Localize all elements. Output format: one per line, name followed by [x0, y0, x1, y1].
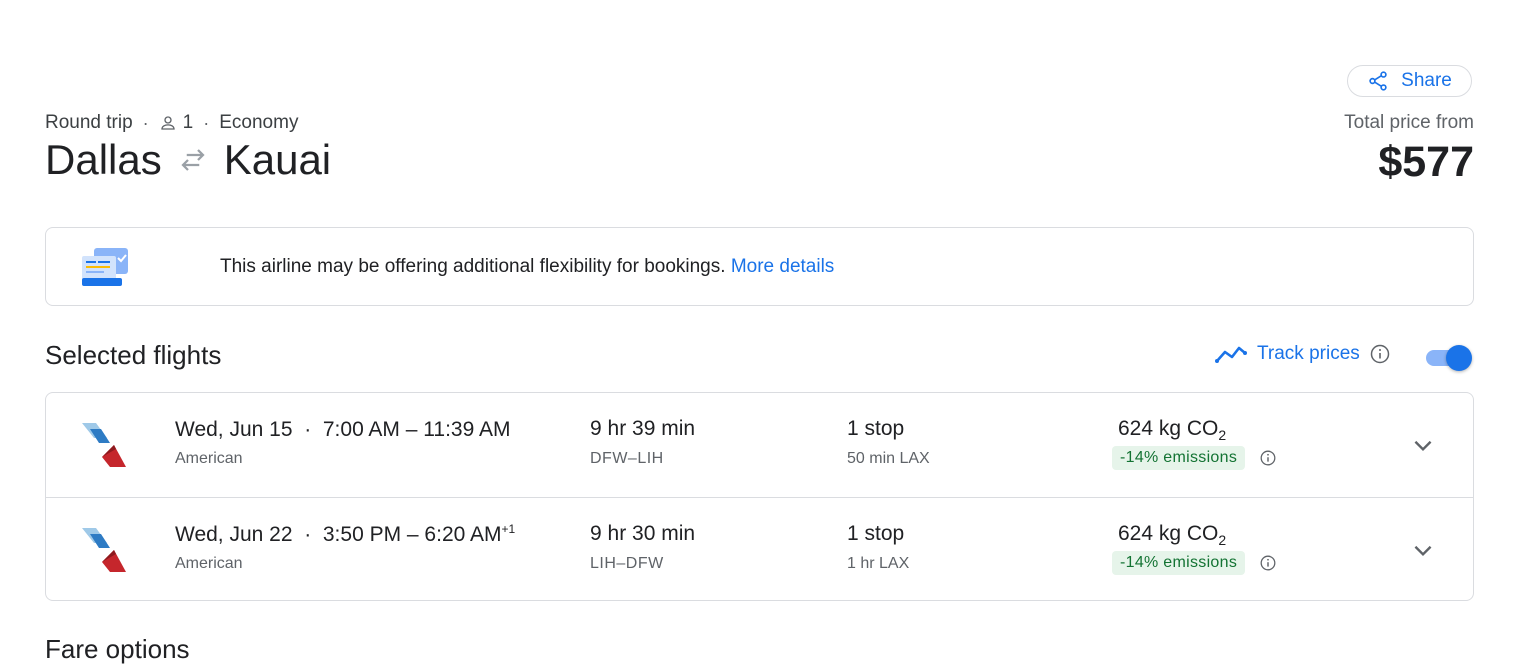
selected-flights-title: Selected flights — [45, 340, 222, 370]
emissions-badge: -14% emissions — [1112, 446, 1246, 470]
american-airlines-logo-icon — [80, 419, 130, 469]
flight-duration: 9 hr 39 min — [590, 417, 696, 440]
flight-date: Wed, Jun 22 — [175, 523, 293, 546]
info-icon[interactable] — [1260, 450, 1276, 466]
share-label: Share — [1401, 70, 1452, 91]
flight-times: Wed, Jun 15 · 7:00 AM – 11:39 AM — [175, 417, 510, 442]
trip-type[interactable]: Round trip — [45, 112, 133, 134]
ticket-illustration-icon — [80, 246, 130, 288]
track-prices-label: Track prices — [1257, 343, 1360, 364]
day-offset: +1 — [501, 522, 516, 536]
emissions-info: -14% emissions — [1112, 551, 1276, 575]
origin-city: Dallas — [45, 136, 162, 183]
more-details-link[interactable]: More details — [731, 256, 835, 277]
flight-date: Wed, Jun 15 — [175, 418, 293, 441]
departure-arrival-times: 3:50 PM – 6:20 AM — [322, 523, 502, 546]
flight-row[interactable]: Wed, Jun 15 · 7:00 AM – 11:39 AM America… — [46, 393, 1473, 497]
emissions-info: -14% emissions — [1112, 446, 1276, 470]
airport-codes: DFW–LIH — [590, 450, 664, 467]
price-label: Total price from — [1344, 112, 1474, 133]
passenger-selector[interactable]: 1 — [159, 112, 194, 134]
flexibility-banner: This airline may be offering additional … — [45, 227, 1474, 306]
track-prices[interactable]: Track prices — [1215, 343, 1390, 365]
total-price: $577 — [1378, 138, 1474, 186]
info-icon[interactable] — [1370, 344, 1390, 364]
banner-message: This airline may be offering additional … — [220, 255, 726, 277]
selected-flights-list: Wed, Jun 15 · 7:00 AM – 11:39 AM America… — [45, 392, 1474, 601]
co2-subscript: 2 — [1218, 427, 1227, 444]
share-icon — [1367, 70, 1389, 92]
layover-info: 50 min LAX — [847, 450, 930, 467]
track-prices-toggle[interactable] — [1424, 343, 1474, 373]
separator: · — [142, 112, 149, 133]
american-airlines-logo-icon — [80, 524, 130, 574]
co2-subscript: 2 — [1218, 532, 1227, 549]
airline-name: American — [175, 450, 243, 467]
co2-value: 624 kg CO — [1118, 417, 1219, 440]
chevron-down-icon[interactable] — [1410, 537, 1436, 563]
emissions-badge: -14% emissions — [1112, 551, 1246, 575]
flight-times: Wed, Jun 22 · 3:50 PM – 6:20 AM+1 — [175, 522, 515, 547]
fare-options-title: Fare options — [45, 634, 190, 664]
share-button[interactable]: Share — [1347, 65, 1472, 97]
person-icon — [159, 114, 177, 132]
passenger-count: 1 — [182, 112, 194, 133]
chevron-down-icon[interactable] — [1410, 432, 1436, 458]
route-title: Dallas Kauai — [45, 136, 331, 184]
stops-count: 1 stop — [847, 417, 905, 440]
flight-row[interactable]: Wed, Jun 22 · 3:50 PM – 6:20 AM+1 Americ… — [46, 497, 1473, 600]
cabin-class[interactable]: Economy — [219, 112, 298, 134]
swap-arrows-icon — [178, 145, 208, 175]
co2-value: 624 kg CO — [1118, 522, 1219, 545]
toggle-knob — [1446, 345, 1472, 371]
trend-line-icon — [1215, 343, 1247, 365]
co2-amount: 624 kg CO2 — [1118, 417, 1226, 443]
separator: · — [304, 418, 312, 441]
info-icon[interactable] — [1260, 555, 1276, 571]
separator: · — [304, 523, 312, 546]
airport-codes: LIH–DFW — [590, 555, 664, 572]
trip-meta: Round trip · 1 · Economy — [45, 112, 298, 134]
stops-count: 1 stop — [847, 522, 905, 545]
layover-info: 1 hr LAX — [847, 555, 910, 572]
departure-arrival-times: 7:00 AM – 11:39 AM — [322, 418, 511, 441]
destination-city: Kauai — [223, 136, 332, 183]
separator: · — [203, 112, 210, 133]
airline-name: American — [175, 555, 243, 572]
banner-text: This airline may be offering additional … — [220, 256, 834, 278]
flight-duration: 9 hr 30 min — [590, 522, 696, 545]
co2-amount: 624 kg CO2 — [1118, 522, 1226, 548]
